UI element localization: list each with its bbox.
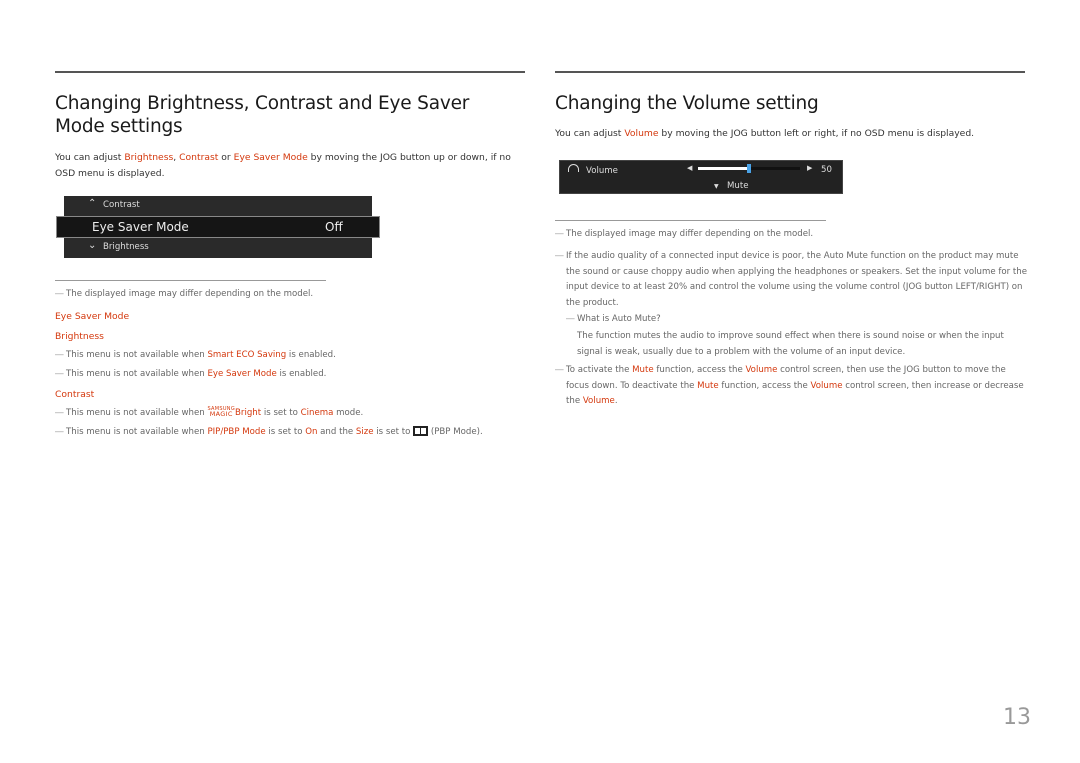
samsung-magic-logo: SAMSUNG MAGIC xyxy=(207,407,235,418)
keyword-eye-saver-mode: Eye Saver Mode xyxy=(233,152,308,163)
note-mute: ― To activate the Mute function, access … xyxy=(555,363,1027,410)
text: is enabled. xyxy=(286,350,336,360)
keyword: Volume xyxy=(745,365,778,375)
right-section-title: Changing the Volume setting xyxy=(555,93,819,114)
text: or xyxy=(218,152,234,163)
text: This menu is not available when xyxy=(66,427,208,437)
keyword: PIP/PBP Mode xyxy=(207,427,266,437)
text: To activate the xyxy=(566,365,633,375)
text: is enabled. xyxy=(276,369,327,379)
text: is set to xyxy=(373,427,414,437)
keyword: Mute xyxy=(697,380,719,391)
right-top-rule xyxy=(555,71,1025,73)
subheading-eye-saver: Eye Saver Mode xyxy=(55,311,130,322)
volume-slider-thumb[interactable] xyxy=(747,164,751,173)
text: is set to xyxy=(261,408,301,418)
text: is set to xyxy=(265,427,306,437)
note-brightness-1: ― This menu is not available when Smart … xyxy=(55,348,525,364)
osd-volume-panel[interactable]: Volume ◀ ▶ 50 ▼ Mute xyxy=(559,160,843,194)
keyword: Volume xyxy=(810,380,843,391)
keyword: Size xyxy=(355,427,374,437)
text: by moving the JOG button left or right, … xyxy=(658,128,975,139)
note-image-left: ― The displayed image may differ dependi… xyxy=(55,287,525,303)
volume-slider-fill xyxy=(698,167,749,170)
note-image-right: ― The displayed image may differ dependi… xyxy=(555,227,1025,243)
note-text: The displayed image may differ depending… xyxy=(66,289,314,299)
keyword: Smart ECO Saving xyxy=(207,350,287,360)
keyword: Cinema xyxy=(300,408,334,418)
text: This menu is not available when xyxy=(66,350,208,360)
text: (PBP Mode). xyxy=(428,427,483,437)
arrow-left-icon[interactable]: ◀ xyxy=(687,164,692,172)
logo-bottom: MAGIC xyxy=(209,410,233,418)
osd-volume-label: Volume xyxy=(586,166,618,176)
pbp-split-icon xyxy=(413,426,429,436)
note-auto-mute-question: ― What is Auto Mute? xyxy=(566,312,1026,328)
keyword: Mute xyxy=(632,365,654,375)
right-intro: You can adjust Volume by moving the JOG … xyxy=(555,126,1025,142)
note-dash: ― xyxy=(555,229,564,239)
keyword-contrast: Contrast xyxy=(179,152,219,163)
note-text: The function mutes the audio to improve … xyxy=(577,331,1004,357)
left-top-rule xyxy=(55,71,525,73)
volume-slider[interactable] xyxy=(698,164,800,173)
osd-up-label: Contrast xyxy=(103,200,140,210)
keyword: Bright xyxy=(235,408,262,418)
text: This menu is not available when xyxy=(66,408,208,418)
osd-down-label: Brightness xyxy=(103,242,149,252)
osd-selected-value: Off xyxy=(325,220,343,234)
note-dash: ― xyxy=(55,408,64,418)
subheading-brightness: Brightness xyxy=(55,331,104,342)
caret-down-icon: ▼ xyxy=(714,183,719,190)
note-contrast-2: ― This menu is not available when PIP/PB… xyxy=(55,425,535,441)
note-dash: ― xyxy=(55,289,64,299)
note-dash: ― xyxy=(566,314,575,324)
note-dash: ― xyxy=(555,365,564,375)
osd-contrast-row[interactable]: ⌃ Contrast xyxy=(64,196,372,216)
auto-mute-answer: The function mutes the audio to improve … xyxy=(566,329,1016,360)
text: function, access the xyxy=(718,380,811,391)
subheading-contrast: Contrast xyxy=(55,389,95,400)
keyword-volume: Volume xyxy=(624,128,659,139)
keyword: Eye Saver Mode xyxy=(207,369,277,379)
right-note-rule xyxy=(555,220,826,221)
note-text: What is Auto Mute? xyxy=(577,314,661,324)
note-audio-quality: ― If the audio quality of a connected in… xyxy=(555,249,1027,311)
note-dash: ― xyxy=(55,427,64,437)
keyword: Volume xyxy=(582,396,615,406)
osd-brightness-row[interactable]: ⌄ Brightness xyxy=(64,238,372,258)
osd-selected-label: Eye Saver Mode xyxy=(92,220,189,234)
text: function, access the xyxy=(653,365,746,375)
note-dash: ― xyxy=(555,251,564,261)
left-intro: You can adjust Brightness, Contrast or E… xyxy=(55,150,515,182)
note-dash: ― xyxy=(55,369,64,379)
left-section-title: Changing Brightness, Contrast and Eye Sa… xyxy=(55,93,470,137)
page-number: 13 xyxy=(1003,705,1031,730)
osd-eye-saver-row[interactable]: Eye Saver Mode Off xyxy=(56,216,380,238)
note-contrast-1: ― This menu is not available when SAMSUN… xyxy=(55,406,525,422)
note-brightness-2: ― This menu is not available when Eye Sa… xyxy=(55,367,525,383)
note-text: The displayed image may differ depending… xyxy=(566,229,814,239)
chevron-up-icon: ⌃ xyxy=(88,198,97,209)
text: mode. xyxy=(333,408,364,418)
keyword-brightness: Brightness xyxy=(124,152,174,163)
osd-mute-label[interactable]: Mute xyxy=(727,181,749,191)
arrow-right-icon[interactable]: ▶ xyxy=(807,164,812,172)
text: This menu is not available when xyxy=(66,369,208,379)
text: You can adjust xyxy=(555,128,625,139)
text: and the xyxy=(317,427,356,437)
note-dash: ― xyxy=(55,350,64,360)
note-text: If the audio quality of a connected inpu… xyxy=(566,251,1027,308)
text: . xyxy=(614,396,618,406)
left-note-rule xyxy=(55,280,326,281)
keyword: On xyxy=(305,427,318,437)
chevron-down-icon: ⌄ xyxy=(88,240,97,251)
text: You can adjust xyxy=(55,152,125,163)
headphones-icon xyxy=(568,164,579,172)
osd-volume-value: 50 xyxy=(821,165,832,175)
